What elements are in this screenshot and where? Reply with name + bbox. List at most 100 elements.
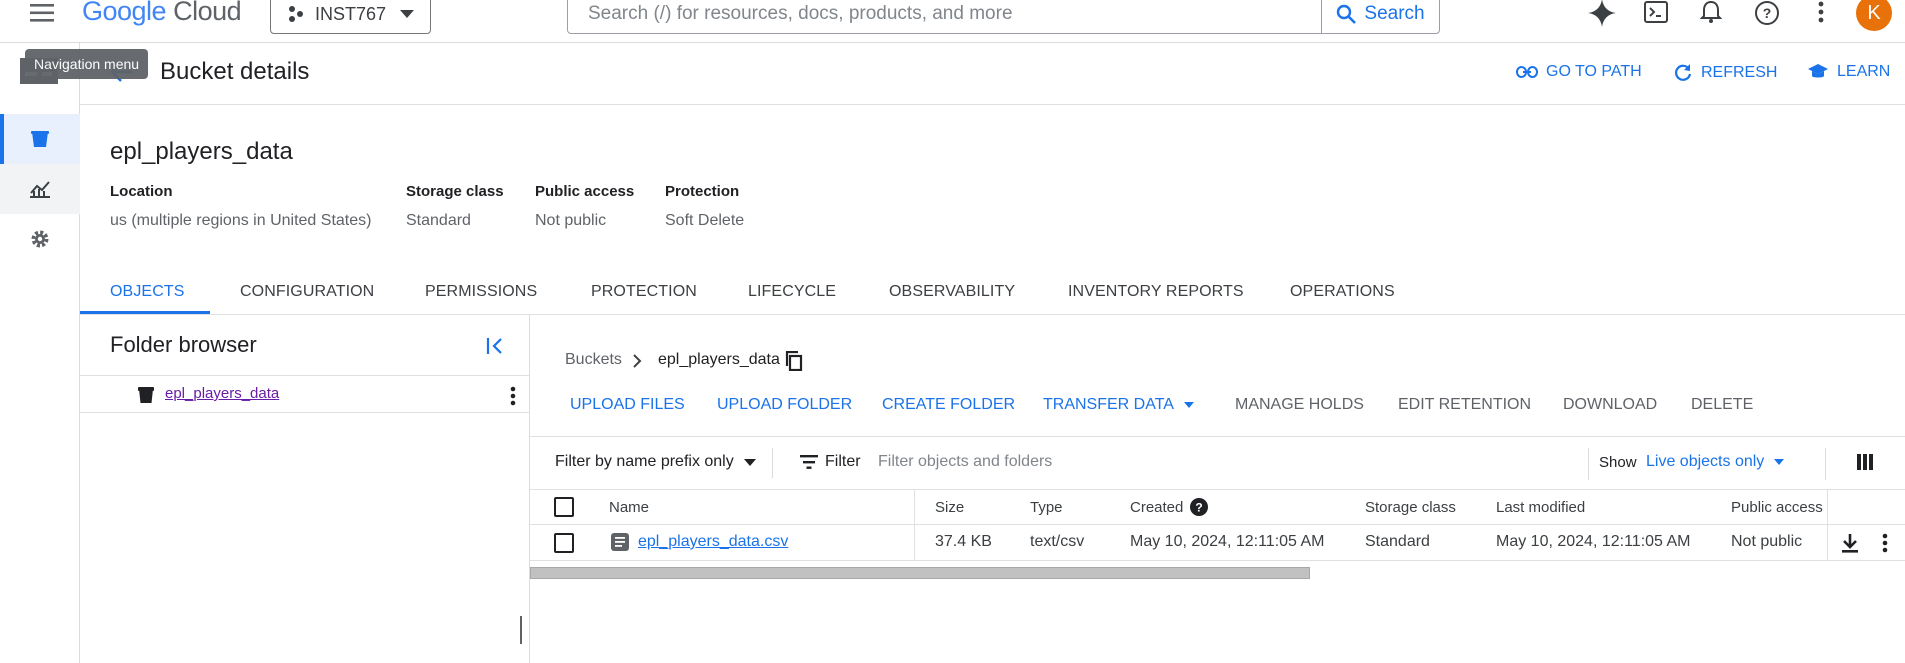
bucket-name-heading: epl_players_data: [110, 138, 293, 165]
tab-inventory-reports[interactable]: INVENTORY REPORTS: [1068, 283, 1244, 301]
hamburger-menu-icon[interactable]: [30, 3, 56, 23]
prop-protection-value: Soft Delete: [665, 212, 745, 229]
search-button-label: Search: [1364, 3, 1425, 24]
tab-configuration[interactable]: CONFIGURATION: [240, 283, 374, 301]
project-name: INST767: [315, 3, 387, 24]
rail-item-monitoring[interactable]: [0, 164, 80, 214]
link-icon: [1516, 65, 1538, 79]
go-to-path-label: GO TO PATH: [1546, 63, 1642, 80]
delete-button[interactable]: DELETE: [1691, 396, 1753, 414]
search-bar[interactable]: Search (/) for resources, docs, products…: [567, 0, 1440, 34]
tab-permissions[interactable]: PERMISSIONS: [425, 283, 537, 301]
column-header-type[interactable]: Type: [1030, 499, 1063, 516]
refresh-label: REFRESH: [1701, 64, 1778, 81]
tab-objects[interactable]: OBJECTS: [110, 283, 185, 301]
project-icon: [287, 5, 305, 23]
upload-files-button[interactable]: UPLOAD FILES: [570, 396, 685, 414]
filter-input[interactable]: Filter objects and folders: [878, 453, 1052, 471]
column-resize-handle[interactable]: [914, 490, 915, 526]
prop-storage-class-label: Storage class: [406, 183, 504, 200]
search-button[interactable]: Search: [1321, 0, 1439, 33]
show-objects-value: Live objects only: [1646, 453, 1765, 470]
column-header-size[interactable]: Size: [935, 499, 964, 516]
resize-handle[interactable]: [520, 616, 522, 644]
collapse-panel-icon[interactable]: [486, 337, 504, 355]
gemini-sparkle-icon[interactable]: [1588, 0, 1616, 27]
columns-divider: [1825, 448, 1826, 480]
navigation-menu-tooltip: Navigation menu: [25, 49, 149, 79]
show-divider: [1588, 448, 1589, 480]
transfer-data-button[interactable]: TRANSFER DATA: [1043, 396, 1194, 414]
column-header-public-access[interactable]: Public access: [1731, 499, 1823, 516]
select-all-checkbox[interactable]: [554, 497, 574, 517]
edit-retention-button[interactable]: EDIT RETENTION: [1398, 396, 1531, 414]
notifications-bell-icon[interactable]: [1700, 0, 1722, 24]
learn-label: LEARN: [1837, 63, 1891, 80]
manage-holds-button[interactable]: MANAGE HOLDS: [1235, 396, 1364, 414]
show-label: Show: [1599, 454, 1637, 471]
folder-browser-title: Folder browser: [110, 332, 257, 357]
page-header: Bucket details GO TO PATH REFRESH LEARN: [80, 43, 1905, 105]
folder-tree-item-label[interactable]: epl_players_data: [165, 385, 279, 402]
transfer-data-label: TRANSFER DATA: [1043, 396, 1174, 413]
page-title: Bucket details: [160, 58, 310, 85]
column-header-last-modified[interactable]: Last modified: [1496, 499, 1585, 516]
actions-divider: [530, 436, 1905, 437]
account-avatar[interactable]: K: [1856, 0, 1892, 31]
filter-label: Filter: [825, 453, 861, 470]
download-button[interactable]: DOWNLOAD: [1563, 396, 1657, 414]
object-storage-class: Standard: [1365, 533, 1430, 550]
folder-tree-item[interactable]: epl_players_data: [80, 375, 529, 413]
column-display-icon[interactable]: [1857, 454, 1873, 470]
show-objects-select[interactable]: Live objects only: [1646, 453, 1785, 471]
project-picker-button[interactable]: INST767: [270, 0, 431, 34]
row-select-checkbox[interactable]: [554, 533, 574, 553]
dropdown-arrow-icon: [743, 458, 756, 466]
tab-operations[interactable]: OPERATIONS: [1290, 283, 1395, 301]
rail-item-buckets[interactable]: [0, 114, 80, 164]
search-icon: [1336, 4, 1357, 24]
sticky-column-divider: [1827, 490, 1828, 526]
help-circle-icon[interactable]: ?: [1190, 498, 1208, 516]
breadcrumb-root[interactable]: Buckets: [565, 351, 622, 369]
upload-folder-button[interactable]: UPLOAD FOLDER: [717, 396, 852, 414]
more-vert-icon[interactable]: [510, 386, 516, 406]
school-cap-icon: [1807, 63, 1829, 81]
copy-icon[interactable]: [785, 351, 803, 371]
dropdown-arrow-icon: [1183, 402, 1194, 408]
google-cloud-logo[interactable]: Google Cloud: [82, 0, 242, 27]
row-more-vert-icon[interactable]: [1882, 533, 1888, 553]
search-input[interactable]: Search (/) for resources, docs, products…: [568, 3, 1321, 25]
object-public-access: Not public: [1731, 533, 1803, 550]
column-header-created[interactable]: Created: [1130, 499, 1183, 516]
tab-protection[interactable]: PROTECTION: [591, 283, 697, 301]
cloud-shell-terminal-icon[interactable]: [1644, 1, 1668, 23]
download-icon[interactable]: [1841, 533, 1859, 553]
sticky-column-divider: [1827, 525, 1828, 561]
refresh-icon: [1673, 63, 1693, 83]
tab-observability[interactable]: OBSERVABILITY: [889, 283, 1015, 301]
logo-cloud-text: Cloud: [173, 0, 242, 26]
refresh-button[interactable]: REFRESH: [1673, 63, 1777, 83]
learn-button[interactable]: LEARN: [1807, 63, 1890, 81]
bucket-icon: [30, 130, 50, 148]
column-header-name[interactable]: Name: [609, 499, 649, 516]
column-header-storage-class[interactable]: Storage class: [1365, 499, 1456, 516]
more-options-icon[interactable]: [1818, 1, 1824, 23]
avatar-letter: K: [1867, 1, 1881, 24]
prop-public-access-value: Not public: [535, 212, 607, 229]
rail-item-settings[interactable]: [0, 214, 80, 264]
help-icon[interactable]: ?: [1754, 0, 1780, 26]
tabs-divider: [80, 314, 1905, 315]
table-row: epl_players_data.csv 37.4 KB text/csv Ma…: [530, 525, 1905, 561]
breadcrumb-current: epl_players_data: [658, 351, 780, 368]
top-bar: Google Cloud INST767 Search (/) for reso…: [0, 0, 1905, 43]
tab-lifecycle[interactable]: LIFECYCLE: [748, 283, 836, 301]
prefix-filter-select[interactable]: Filter by name prefix only: [555, 453, 756, 471]
active-indicator: [0, 114, 4, 164]
go-to-path-button[interactable]: GO TO PATH: [1516, 63, 1642, 81]
create-folder-button[interactable]: CREATE FOLDER: [882, 396, 1015, 414]
object-name-link[interactable]: epl_players_data.csv: [638, 533, 788, 551]
horizontal-scrollbar[interactable]: [530, 567, 1310, 579]
bucket-icon: [137, 386, 155, 404]
